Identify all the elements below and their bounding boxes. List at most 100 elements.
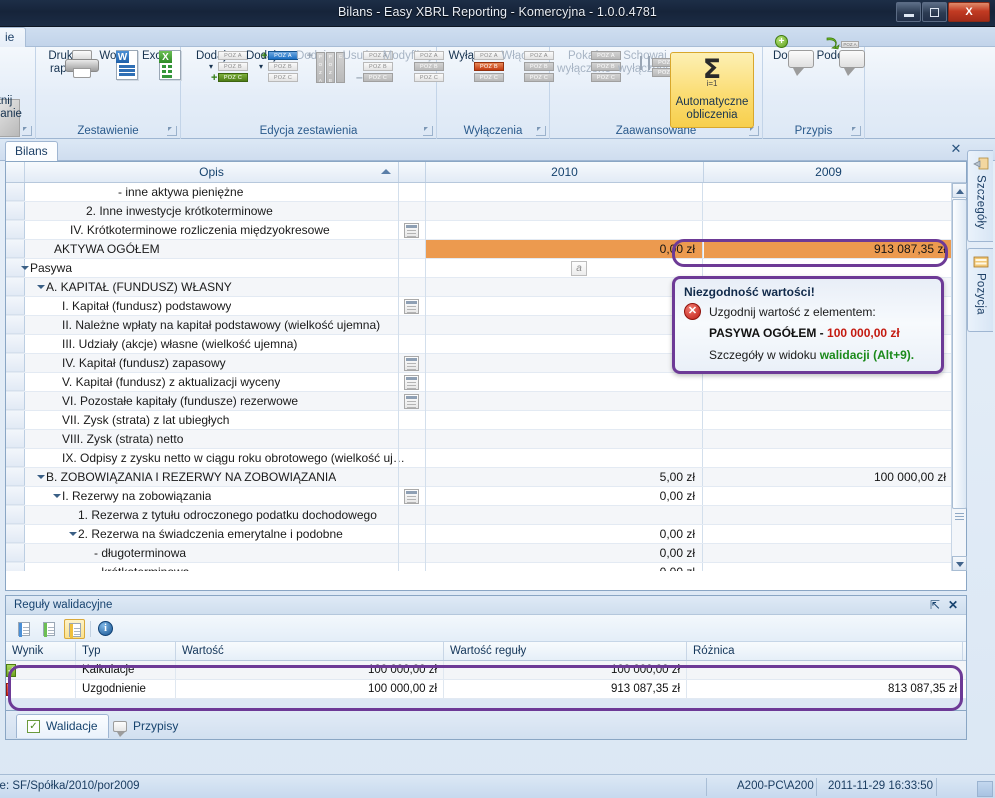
row-note-cell[interactable]: [399, 525, 426, 544]
ribbon-button-drukuj-raport[interactable]: Drukuj raport: [38, 50, 99, 78]
ribbon-button-wylacz[interactable]: POZ A POZ B POZ C Wyłącz: [440, 50, 504, 82]
ribbon-button-dodaj-przypis[interactable]: + Dodaj: [765, 35, 814, 76]
row-note-cell[interactable]: [399, 487, 426, 506]
ribbon-button-podczep-przypis[interactable]: POZ A Podczep: [811, 37, 867, 76]
minimize-button[interactable]: [896, 2, 921, 22]
row-note-cell[interactable]: [399, 354, 426, 373]
row-note-cell[interactable]: [399, 449, 426, 468]
validation-column-header[interactable]: Różnica: [687, 642, 963, 660]
close-button[interactable]: X: [948, 2, 990, 22]
cell-2010[interactable]: [426, 183, 703, 201]
row-note-cell[interactable]: [399, 240, 426, 259]
table-row[interactable]: I. Rezerwy na zobowiązania 0,00 zł: [6, 487, 966, 506]
row-selector[interactable]: [6, 240, 25, 258]
row-note-cell[interactable]: [399, 430, 426, 449]
row-selector[interactable]: [6, 525, 25, 543]
resize-grip-icon[interactable]: [977, 781, 993, 797]
cell-2010[interactable]: [426, 335, 703, 353]
row-selector[interactable]: [6, 221, 25, 239]
dialog-launcher-zestawienie[interactable]: [167, 126, 177, 136]
table-row[interactable]: 1. Rezerwa z tytułu odroczonego podatku …: [6, 506, 966, 525]
table-row[interactable]: IX. Odpisy z zysku netto w ciągu roku ob…: [6, 449, 966, 468]
ribbon-button-excel[interactable]: X Excel: [134, 50, 181, 80]
row-note-cell[interactable]: [399, 392, 426, 411]
row-selector[interactable]: [6, 373, 25, 391]
maximize-button[interactable]: [922, 2, 947, 22]
close-panel-icon[interactable]: ✕: [948, 598, 958, 612]
row-note-cell[interactable]: [399, 297, 426, 316]
cell-2009[interactable]: [704, 373, 953, 391]
cell-2010[interactable]: [426, 221, 703, 239]
row-note-cell[interactable]: [399, 202, 426, 221]
table-row[interactable]: - długoterminowa 0,00 zł: [6, 544, 966, 563]
row-selector[interactable]: [6, 278, 25, 296]
cell-2010[interactable]: [426, 430, 703, 448]
cell-2010[interactable]: 0,00 zł: [426, 525, 703, 543]
row-note-cell[interactable]: [399, 278, 426, 297]
row-selector[interactable]: [6, 354, 25, 372]
dialog-launcher-przypis[interactable]: [851, 126, 861, 136]
grid-header-2009[interactable]: 2009: [704, 162, 953, 182]
table-row[interactable]: B. ZOBOWIĄZANIA I REZERWY NA ZOBOWIĄZANI…: [6, 468, 966, 487]
row-note-cell[interactable]: [399, 259, 426, 278]
cell-2010[interactable]: [426, 411, 703, 429]
table-row[interactable]: IV. Krótkoterminowe rozliczenia międzyok…: [6, 221, 966, 240]
blue-page-icon[interactable]: [14, 619, 35, 639]
tab-zestawienie[interactable]: ie: [0, 27, 26, 47]
dialog-launcher-edycja[interactable]: [423, 126, 433, 136]
cell-2010[interactable]: 0,00 zł: [426, 563, 703, 571]
table-row[interactable]: 2. Rezerwa na świadczenia emerytalne i p…: [6, 525, 966, 544]
row-note-cell[interactable]: [399, 373, 426, 392]
row-selector[interactable]: [6, 392, 25, 410]
ribbon-button-dodaj-pozycje[interactable]: POZ A POZ B POZ C + Dodaj ▾: [186, 50, 248, 84]
cell-2009[interactable]: [704, 563, 953, 571]
grid-header-opis[interactable]: Opis: [25, 162, 399, 182]
cell-2010[interactable]: 0,00 zł: [426, 487, 703, 505]
validation-column-header[interactable]: Wartość: [176, 642, 444, 660]
ribbon-button-word[interactable]: W Word: [92, 50, 138, 80]
ribbon-button-automatyczne-obliczenia[interactable]: Σ i=1 Automatyczne obliczenia: [670, 52, 754, 128]
row-note-cell[interactable]: [399, 468, 426, 487]
row-selector[interactable]: [6, 544, 25, 562]
validation-column-header[interactable]: Wynik: [6, 642, 76, 660]
tooltip-footer-link[interactable]: walidacji (Alt+9).: [820, 348, 914, 362]
cell-2009[interactable]: [704, 525, 953, 543]
validation-column-header[interactable]: Typ: [76, 642, 176, 660]
document-tab-bilans[interactable]: Bilans: [5, 141, 58, 161]
row-selector[interactable]: [6, 468, 25, 486]
row-selector[interactable]: [6, 316, 25, 334]
cell-2009[interactable]: [704, 392, 953, 410]
scroll-down-button[interactable]: [952, 556, 967, 571]
cell-2010[interactable]: 0,00 zł: [426, 544, 703, 562]
row-note-cell[interactable]: [399, 335, 426, 354]
info-icon[interactable]: i: [98, 621, 113, 636]
sidebar-item-szczegoly[interactable]: Szczegóły: [967, 150, 993, 242]
cell-2010[interactable]: [426, 316, 703, 334]
row-note-cell[interactable]: [399, 411, 426, 430]
cell-2010[interactable]: 5,00 zł: [426, 468, 703, 486]
cell-2009[interactable]: 100 000,00 zł: [704, 468, 953, 486]
row-selector[interactable]: [6, 487, 25, 505]
cell-2010[interactable]: [426, 449, 703, 467]
row-note-cell[interactable]: [399, 316, 426, 335]
sidebar-item-pozycja[interactable]: Pozycja: [967, 248, 993, 332]
table-row[interactable]: VIII. Zysk (strata) netto: [6, 430, 966, 449]
row-selector[interactable]: [6, 563, 25, 571]
tab-przypisy[interactable]: Przypisy: [103, 714, 188, 738]
cell-2010[interactable]: 0,00 zł: [426, 240, 703, 258]
table-row[interactable]: 2. Inne inwestycje krótkoterminowe: [6, 202, 966, 221]
cell-2010[interactable]: a: [426, 259, 703, 277]
row-selector[interactable]: [6, 430, 25, 448]
cell-2010[interactable]: [426, 392, 703, 410]
cell-2010[interactable]: [426, 354, 703, 372]
scroll-up-button[interactable]: [952, 183, 967, 198]
grid-header-2010[interactable]: 2010: [426, 162, 704, 182]
row-note-cell[interactable]: [399, 183, 426, 202]
row-note-cell[interactable]: [399, 221, 426, 240]
row-selector[interactable]: [6, 335, 25, 353]
cell-2010[interactable]: [426, 506, 703, 524]
cell-2009[interactable]: [704, 202, 953, 220]
cell-2009[interactable]: [704, 449, 953, 467]
tab-walidacje[interactable]: ✓ Walidacje: [16, 714, 109, 738]
pin-icon[interactable]: ⇱: [930, 598, 940, 612]
